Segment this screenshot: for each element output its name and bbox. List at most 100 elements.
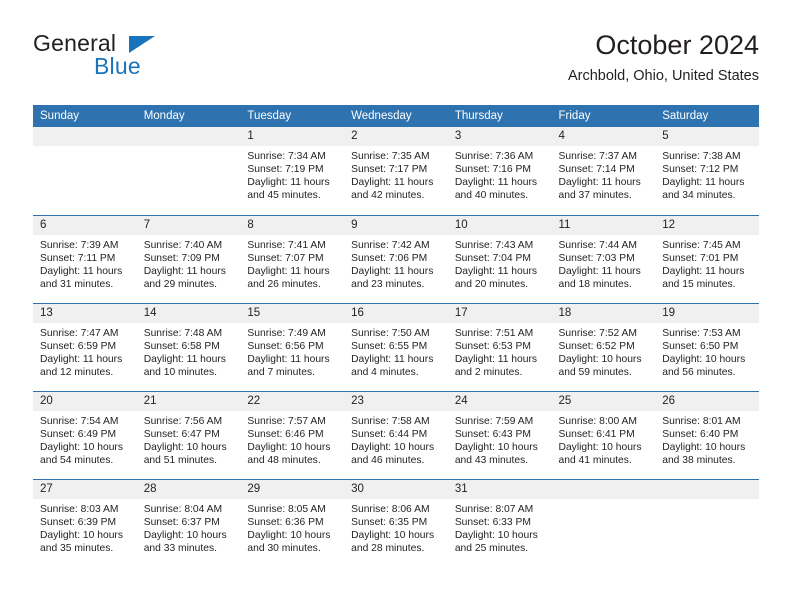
calendar-day-cell[interactable]: 9 Sunrise: 7:42 AM Sunset: 7:06 PM Daylight… (344, 214, 448, 303)
day-number: 27 (33, 479, 137, 499)
weekday-header-monday: Monday (136, 105, 241, 127)
daylight-text: and 30 minutes. (247, 542, 321, 554)
day-number: 25 (551, 391, 656, 411)
sunset-text: Sunset: 6:35 PM (351, 516, 428, 528)
day-sun-details: Sunrise: 7:36 AM Sunset: 7:16 PM Daylight:… (448, 146, 552, 202)
day-number: 16 (344, 303, 448, 323)
sunrise-text: Sunrise: 8:00 AM (558, 415, 637, 427)
calendar-day-cell[interactable]: 30 Sunrise: 8:06 AM Sunset: 6:35 PM Dayligh… (344, 478, 448, 567)
daylight-text: and 43 minutes. (454, 454, 529, 466)
calendar-day-cell[interactable]: 8 Sunrise: 7:41 AM Sunset: 7:07 PM Daylight… (240, 214, 345, 303)
calendar-week-row: 6 Sunrise: 7:39 AM Sunset: 7:11 PM Daylight… (33, 214, 759, 303)
day-sun-details (655, 499, 759, 503)
calendar-day-cell[interactable]: 21 Sunrise: 7:56 AM Sunset: 6:47 PM Dayligh… (136, 390, 241, 479)
calendar-day-cell[interactable]: 1 Sunrise: 7:34 AM Sunset: 7:19 PM Daylight… (240, 127, 345, 215)
day-sun-details: Sunrise: 7:42 AM Sunset: 7:06 PM Daylight:… (344, 235, 448, 291)
day-cell-inner: 25 Sunrise: 8:00 AM Sunset: 6:41 PM Dayligh… (551, 391, 656, 479)
sunset-text: Sunset: 6:33 PM (454, 516, 531, 528)
calendar-day-cell[interactable]: 2 Sunrise: 7:35 AM Sunset: 7:17 PM Daylight… (344, 127, 448, 215)
calendar-day-cell[interactable]: 31 Sunrise: 8:07 AM Sunset: 6:33 PM Dayligh… (447, 478, 552, 567)
calendar-day-cell[interactable]: 4 Sunrise: 7:37 AM Sunset: 7:14 PM Daylight… (551, 127, 656, 215)
day-cell-inner: 9 Sunrise: 7:42 AM Sunset: 7:06 PM Daylight… (344, 215, 448, 303)
calendar-day-cell[interactable]: 25 Sunrise: 8:00 AM Sunset: 6:41 PM Dayligh… (551, 390, 656, 479)
sunrise-text: Sunrise: 7:47 AM (40, 327, 119, 339)
day-number: 20 (33, 391, 137, 411)
calendar-day-cell[interactable]: 22 Sunrise: 7:57 AM Sunset: 6:46 PM Dayligh… (240, 390, 345, 479)
day-cell-inner: 22 Sunrise: 7:57 AM Sunset: 6:46 PM Dayligh… (240, 391, 345, 479)
calendar-day-cell[interactable]: 29 Sunrise: 8:05 AM Sunset: 6:36 PM Dayligh… (240, 478, 345, 568)
calendar-day-cell[interactable]: 3 Sunrise: 7:36 AM Sunset: 7:16 PM Daylight… (447, 127, 552, 215)
day-number: 7 (136, 215, 241, 235)
daylight-text: Daylight: 11 hours (558, 265, 641, 277)
calendar-day-cell[interactable]: 15 Sunrise: 7:49 AM Sunset: 6:56 PM Dayligh… (240, 302, 345, 391)
day-number: 10 (447, 215, 552, 235)
sunset-text: Sunset: 6:49 PM (40, 428, 117, 440)
day-sun-details: Sunrise: 8:06 AM Sunset: 6:35 PM Daylight:… (344, 499, 448, 555)
calendar-day-cell[interactable]: 27 Sunrise: 8:03 AM Sunset: 6:39 PM Dayligh… (33, 478, 137, 568)
daylight-text: Daylight: 11 hours (351, 353, 434, 365)
page-title: October 2024 (595, 30, 759, 60)
day-cell-inner: 17 Sunrise: 7:51 AM Sunset: 6:53 PM Dayligh… (447, 303, 552, 391)
calendar-cell-empty (136, 127, 241, 215)
day-sun-details: Sunrise: 7:47 AM Sunset: 6:59 PM Daylight:… (33, 323, 137, 379)
calendar-day-cell[interactable]: 5 Sunrise: 7:38 AM Sunset: 7:12 PM Daylight… (655, 127, 759, 215)
daylight-text: and 37 minutes. (558, 190, 632, 202)
daylight-text: and 12 minutes. (40, 366, 114, 378)
calendar-day-cell[interactable]: 11 Sunrise: 7:44 AM Sunset: 7:03 PM Dayligh… (551, 214, 656, 303)
sunset-text: Sunset: 6:36 PM (247, 516, 324, 528)
calendar-day-cell[interactable]: 20 Sunrise: 7:54 AM Sunset: 6:49 PM Dayligh… (33, 390, 137, 479)
sunset-text: Sunset: 7:07 PM (247, 252, 324, 264)
calendar-day-cell[interactable]: 24 Sunrise: 7:59 AM Sunset: 6:43 PM Dayligh… (447, 390, 552, 479)
day-sun-details: Sunrise: 7:53 AM Sunset: 6:50 PM Daylight:… (655, 323, 759, 379)
calendar-cell-empty (551, 478, 656, 567)
calendar-day-cell[interactable]: 13 Sunrise: 7:47 AM Sunset: 6:59 PM Dayligh… (33, 302, 137, 391)
daylight-text: and 10 minutes. (143, 366, 217, 378)
sunrise-text: Sunrise: 7:44 AM (558, 239, 637, 251)
daylight-text: Daylight: 11 hours (454, 177, 538, 189)
day-cell-inner: 21 Sunrise: 7:56 AM Sunset: 6:47 PM Dayligh… (136, 391, 241, 479)
sunrise-text: Sunrise: 8:07 AM (454, 503, 534, 515)
calendar-day-cell[interactable]: 10 Sunrise: 7:43 AM Sunset: 7:04 PM Dayligh… (447, 214, 552, 303)
calendar-day-cell[interactable]: 28 Sunrise: 8:04 AM Sunset: 6:37 PM Dayligh… (136, 478, 241, 567)
sunset-text: Sunset: 6:53 PM (454, 340, 531, 352)
calendar-day-cell[interactable]: 17 Sunrise: 7:51 AM Sunset: 6:53 PM Dayligh… (447, 302, 552, 391)
sunrise-text: Sunrise: 8:01 AM (662, 415, 741, 427)
calendar-day-cell[interactable]: 7 Sunrise: 7:40 AM Sunset: 7:09 PM Daylight… (136, 214, 241, 303)
calendar-day-cell[interactable]: 6 Sunrise: 7:39 AM Sunset: 7:11 PM Daylight… (33, 214, 137, 303)
calendar-day-cell[interactable]: 26 Sunrise: 8:01 AM Sunset: 6:40 PM Dayligh… (655, 390, 759, 479)
weekday-header-tuesday: Tuesday (240, 105, 345, 127)
calendar-page: General Blue October 2024 Archbold, Ohio… (0, 0, 792, 612)
daylight-text: and 18 minutes. (558, 278, 632, 290)
calendar-day-cell[interactable]: 18 Sunrise: 7:52 AM Sunset: 6:52 PM Dayligh… (551, 302, 656, 391)
day-cell-inner: 27 Sunrise: 8:03 AM Sunset: 6:39 PM Dayligh… (33, 479, 137, 568)
day-sun-details: Sunrise: 7:59 AM Sunset: 6:43 PM Daylight:… (448, 411, 552, 467)
calendar-day-cell[interactable]: 23 Sunrise: 7:58 AM Sunset: 6:44 PM Dayligh… (344, 390, 448, 479)
calendar-day-cell[interactable]: 16 Sunrise: 7:50 AM Sunset: 6:55 PM Dayligh… (344, 302, 448, 391)
calendar-week-row: 20 Sunrise: 7:54 AM Sunset: 6:49 PM Dayligh… (33, 390, 759, 479)
sunset-text: Sunset: 7:16 PM (454, 164, 531, 176)
weekday-header-wednesday: Wednesday (344, 105, 448, 127)
day-sun-details: Sunrise: 7:48 AM Sunset: 6:58 PM Daylight:… (137, 323, 241, 379)
calendar-day-cell[interactable]: 14 Sunrise: 7:48 AM Sunset: 6:58 PM Dayligh… (136, 302, 241, 391)
day-sun-details: Sunrise: 7:45 AM Sunset: 7:01 PM Daylight:… (655, 235, 759, 291)
day-number: 24 (447, 391, 552, 411)
day-cell-inner: 1 Sunrise: 7:34 AM Sunset: 7:19 PM Daylight… (240, 127, 345, 215)
day-cell-inner: 29 Sunrise: 8:05 AM Sunset: 6:36 PM Dayligh… (240, 479, 345, 568)
sunrise-text: Sunrise: 7:52 AM (558, 327, 637, 339)
daylight-text: Daylight: 11 hours (247, 177, 330, 189)
day-number: 22 (240, 391, 345, 411)
calendar-day-cell[interactable]: 19 Sunrise: 7:53 AM Sunset: 6:50 PM Dayligh… (655, 302, 759, 391)
calendar-day-cell[interactable]: 12 Sunrise: 7:45 AM Sunset: 7:01 PM Dayligh… (655, 214, 759, 303)
day-number: 12 (655, 215, 759, 235)
day-number: 15 (240, 303, 345, 323)
day-number (655, 479, 759, 499)
daylight-text: Daylight: 10 hours (351, 441, 435, 453)
day-sun-details (33, 146, 137, 150)
sunset-text: Sunset: 6:40 PM (662, 428, 739, 440)
day-sun-details: Sunrise: 8:01 AM Sunset: 6:40 PM Daylight:… (655, 411, 759, 467)
sunrise-text: Sunrise: 7:40 AM (143, 239, 223, 251)
calendar-body: 1 Sunrise: 7:34 AM Sunset: 7:19 PM Daylight… (33, 127, 759, 567)
day-number: 17 (447, 303, 552, 323)
page-header: General Blue October 2024 Archbold, Ohio… (33, 28, 759, 98)
daylight-text: Daylight: 10 hours (143, 529, 227, 541)
